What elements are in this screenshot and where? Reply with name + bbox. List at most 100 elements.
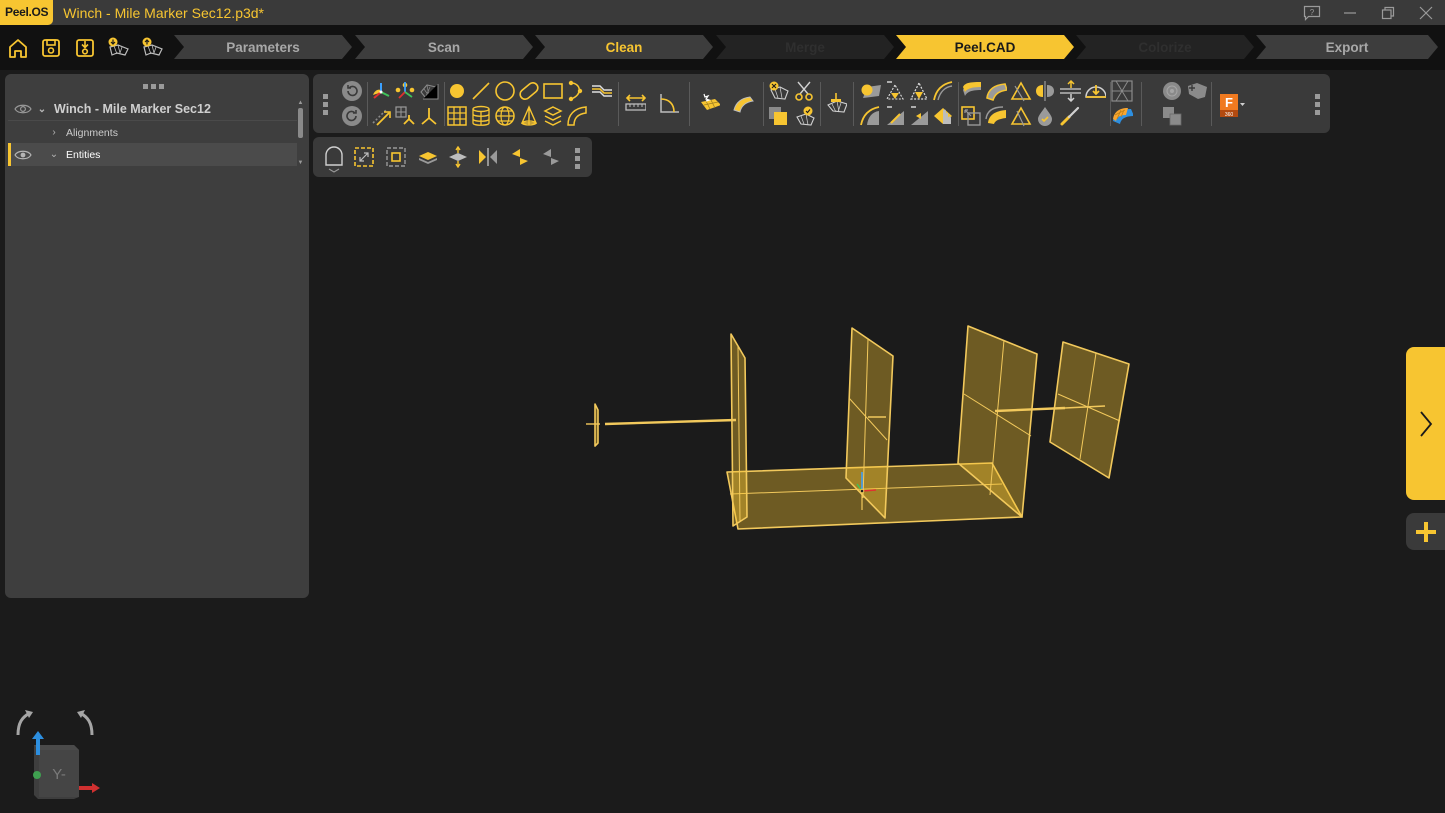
plane-grid-button[interactable]: [394, 105, 416, 127]
cad-wireframe-model[interactable]: [586, 325, 1130, 530]
vector-button[interactable]: [370, 105, 392, 127]
right-panel-toggle[interactable]: [1406, 347, 1445, 500]
close-button[interactable]: [1407, 0, 1445, 25]
mesh-hand-button[interactable]: [932, 105, 954, 127]
restore-button[interactable]: [1369, 0, 1407, 25]
save-as-button[interactable]: [72, 35, 98, 61]
chevron-down-icon[interactable]: ⌄: [48, 149, 60, 160]
point-button[interactable]: [446, 80, 468, 102]
toolbar-more-handle[interactable]: [1315, 94, 1320, 115]
align-center-button[interactable]: [447, 146, 469, 168]
offset-curves-button[interactable]: [590, 80, 612, 102]
grid-plane-button[interactable]: [446, 105, 468, 127]
quality-check-button[interactable]: [1034, 105, 1056, 127]
cut-button[interactable]: [793, 80, 815, 102]
layers-button[interactable]: [542, 105, 564, 127]
circle-button[interactable]: [494, 80, 516, 102]
slot-button[interactable]: [518, 80, 540, 102]
knife-button[interactable]: [1059, 105, 1081, 127]
view-cube[interactable]: Y-: [10, 705, 110, 805]
save-button[interactable]: [38, 35, 64, 61]
eye-icon[interactable]: [14, 149, 32, 161]
triangle-button[interactable]: [1010, 105, 1032, 127]
scroll-thumb[interactable]: [298, 108, 303, 138]
curve-offset-button[interactable]: [859, 105, 881, 127]
step-parameters[interactable]: Parameters: [174, 35, 352, 59]
deviation-button[interactable]: [1084, 80, 1106, 102]
loft-button[interactable]: [985, 80, 1007, 102]
select-outside-button[interactable]: [385, 146, 407, 168]
eye-icon[interactable]: [14, 103, 32, 115]
tree-item-entities[interactable]: ⌄ Entities: [8, 143, 297, 166]
transform-button[interactable]: [960, 105, 982, 127]
step-colorize[interactable]: Colorize: [1076, 35, 1254, 59]
chevron-right-icon[interactable]: ›: [48, 127, 60, 138]
curve-fit-button[interactable]: [932, 80, 954, 102]
undo-button[interactable]: [341, 80, 363, 102]
scroll-up-icon[interactable]: ▲: [297, 100, 304, 106]
mesh-select-button[interactable]: [418, 80, 440, 102]
trim-button[interactable]: [884, 105, 906, 127]
mirror-button[interactable]: [477, 146, 499, 168]
sphere-button[interactable]: [494, 105, 516, 127]
cone-button[interactable]: [518, 105, 540, 127]
step-peel-cad[interactable]: Peel.CAD: [896, 35, 1074, 59]
triangle-fill-button[interactable]: [884, 80, 906, 102]
arc-button[interactable]: [566, 80, 588, 102]
draft-button[interactable]: [1010, 80, 1032, 102]
extend-button[interactable]: [908, 105, 930, 127]
scroll-down-icon[interactable]: ▼: [297, 160, 304, 166]
tree-item-alignments[interactable]: › Alignments: [8, 121, 297, 144]
color-map-button[interactable]: [1111, 105, 1133, 127]
wireframe-button[interactable]: [1111, 80, 1133, 102]
triangle-gap-button[interactable]: [908, 80, 930, 102]
fusion-360-button[interactable]: F 360: [1218, 93, 1246, 119]
flip-right-button[interactable]: [539, 146, 561, 168]
line-button[interactable]: [470, 80, 492, 102]
subtoolbar-more-handle[interactable]: [575, 148, 580, 169]
toolbar-drag-handle[interactable]: [323, 94, 328, 115]
step-scan[interactable]: Scan: [355, 35, 533, 59]
fillet-button[interactable]: [985, 105, 1007, 127]
import-mesh-button[interactable]: [106, 35, 132, 61]
home-button[interactable]: [5, 35, 31, 61]
surface-button[interactable]: [732, 92, 754, 114]
help-button[interactable]: ?: [1293, 0, 1331, 25]
layer-stack-button[interactable]: [417, 146, 439, 168]
tree-root-item[interactable]: ⌄ Winch - Mile Marker Sec12: [8, 98, 297, 121]
step-merge[interactable]: Merge: [716, 35, 894, 59]
minimize-button[interactable]: [1331, 0, 1369, 25]
tree-scrollbar[interactable]: ▲ ▼: [297, 100, 304, 168]
clean-mesh-button[interactable]: [825, 92, 847, 114]
cylinder-view-button[interactable]: [1161, 80, 1183, 102]
remove-mesh-button[interactable]: [767, 80, 789, 102]
app-logo[interactable]: Peel.OS: [0, 0, 54, 25]
redo-button[interactable]: [341, 105, 363, 127]
boolean-button[interactable]: [767, 105, 789, 127]
axis-button[interactable]: [418, 105, 440, 127]
section-button[interactable]: [1059, 80, 1081, 102]
merge-surfaces-button[interactable]: [1161, 105, 1183, 127]
3d-viewport[interactable]: [312, 180, 1402, 810]
auto-surface-button[interactable]: [698, 92, 720, 114]
step-export[interactable]: Export: [1256, 35, 1438, 59]
panel-drag-handle[interactable]: [143, 84, 164, 89]
chevron-down-icon[interactable]: ⌄: [36, 104, 48, 115]
sweep-button[interactable]: [566, 105, 588, 127]
point-axes-button[interactable]: [394, 80, 416, 102]
measure-angle-button[interactable]: [658, 92, 680, 114]
solid-button[interactable]: [960, 80, 982, 102]
step-clean[interactable]: Clean: [535, 35, 713, 59]
lasso-select-button[interactable]: [321, 145, 347, 173]
rectangle-button[interactable]: [542, 80, 564, 102]
select-inside-button[interactable]: [353, 146, 375, 168]
add-mesh-button[interactable]: [1185, 80, 1207, 102]
mesh-check-button[interactable]: [793, 105, 815, 127]
export-mesh-button[interactable]: [140, 35, 166, 61]
flip-left-button[interactable]: [508, 146, 530, 168]
coordinate-system-button[interactable]: [370, 80, 392, 102]
split-button[interactable]: [1034, 80, 1056, 102]
cylinder-button[interactable]: [470, 105, 492, 127]
fit-surface-button[interactable]: [859, 80, 881, 102]
measure-distance-button[interactable]: [624, 92, 646, 114]
